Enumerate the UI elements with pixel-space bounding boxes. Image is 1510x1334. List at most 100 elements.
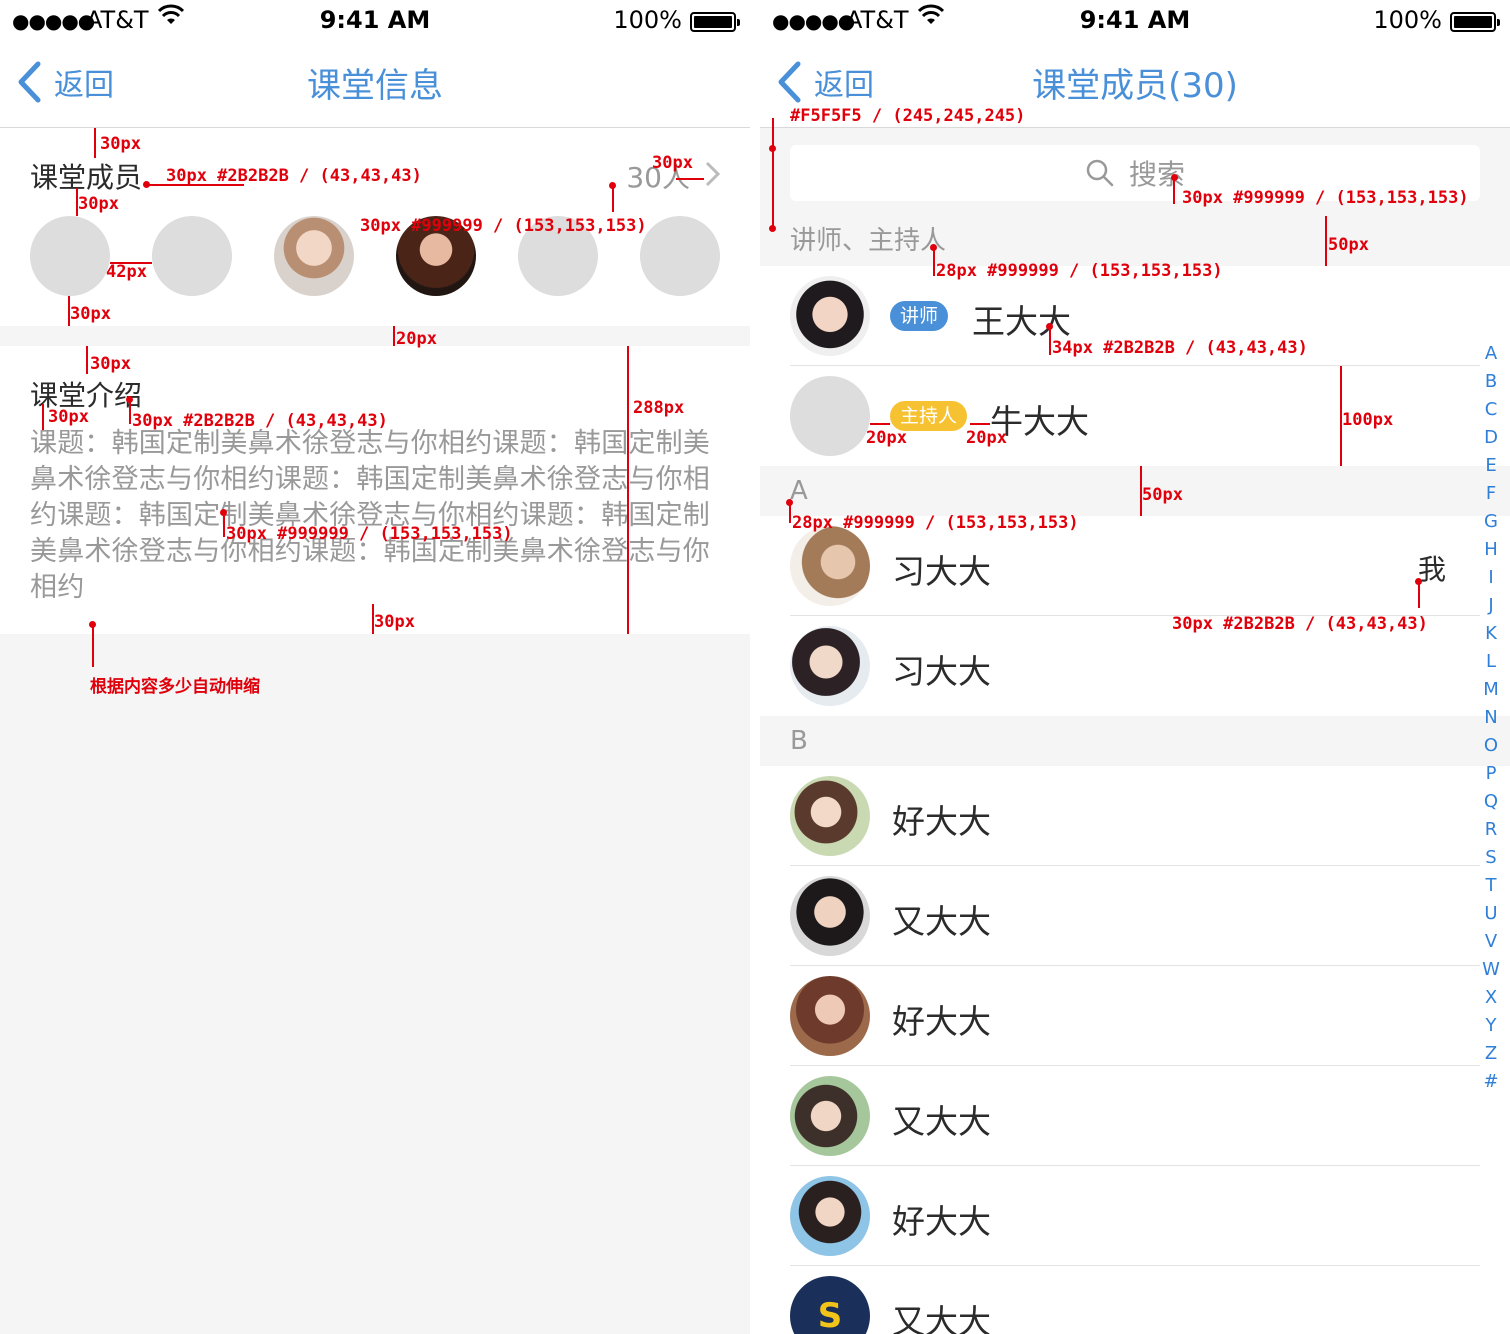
member-name: 又大大 <box>892 902 991 941</box>
list-item[interactable]: 好大大 <box>760 1166 1510 1266</box>
section-header: 讲师、主持人 <box>760 216 1510 266</box>
member-name: 好大大 <box>892 1002 991 1041</box>
annotation: 30px #2B2B2B / (43,43,43) <box>166 166 422 186</box>
index-letter[interactable]: G <box>1480 508 1502 536</box>
annotation: 20px <box>396 329 437 349</box>
annotation: 28px #999999 / (153,153,153) <box>936 261 1223 281</box>
nav-bar: 返回 课堂信息 <box>0 40 750 128</box>
annotation: 28px #999999 / (153,153,153) <box>792 513 1079 533</box>
annotation: 30px <box>78 194 119 214</box>
status-bar: ●●●●● AT&T 9:41 AM 100% <box>0 0 750 40</box>
index-letter[interactable]: J <box>1480 592 1502 620</box>
index-letter[interactable]: W <box>1480 956 1502 984</box>
avatar[interactable] <box>152 216 232 296</box>
avatar <box>790 1076 870 1156</box>
index-letter[interactable]: Z <box>1480 1040 1502 1068</box>
avatar <box>790 526 870 606</box>
annotation: 20px <box>966 428 1007 448</box>
annotation: 30px #999999 / (153,153,153) <box>360 216 647 236</box>
battery-icon <box>690 12 740 32</box>
battery-icon <box>1450 12 1500 32</box>
avatar[interactable] <box>30 216 110 296</box>
index-letter[interactable]: L <box>1480 648 1502 676</box>
list-item[interactable]: 好大大 <box>760 766 1510 866</box>
annotation: 30px <box>90 354 131 374</box>
page-title: 课堂成员(30) <box>1032 66 1238 106</box>
avatar <box>790 626 870 706</box>
list-item[interactable]: 又大大 <box>760 1066 1510 1166</box>
member-name: 王大大 <box>972 302 1071 341</box>
index-letter[interactable]: S <box>1480 844 1502 872</box>
annotation: 30px <box>48 407 89 427</box>
member-name: 好大大 <box>892 802 991 841</box>
index-letter[interactable]: H <box>1480 536 1502 564</box>
index-letter[interactable]: K <box>1480 620 1502 648</box>
avatar <box>790 876 870 956</box>
index-letter[interactable]: M <box>1480 676 1502 704</box>
intro-body: 课题：韩国定制美鼻术徐登志与你相约课题：韩国定制美鼻术徐登志与你相约课题：韩国定… <box>30 428 710 603</box>
member-name: 又大大 <box>892 1102 991 1141</box>
class-members-screen: ●●●●● AT&T 9:41 AM 100% 返回 课堂成员(30) 搜索 讲… <box>760 0 1510 1334</box>
index-letter[interactable]: F <box>1480 480 1502 508</box>
index-letter[interactable]: Y <box>1480 1012 1502 1040</box>
avatar <box>790 376 870 456</box>
annotation: 20px <box>866 428 907 448</box>
annotation: 30px #999999 / (153,153,153) <box>1182 188 1469 208</box>
member-name: 习大大 <box>892 552 991 591</box>
avatar <box>790 1176 870 1256</box>
annotation: 30px <box>652 153 693 173</box>
page-title: 课堂信息 <box>307 66 443 106</box>
status-bar: ●●●●● AT&T 9:41 AM 100% <box>760 0 1510 40</box>
list-item[interactable]: 好大大 <box>760 966 1510 1066</box>
annotation: 42px <box>106 262 147 282</box>
index-letter[interactable]: O <box>1480 732 1502 760</box>
index-letter[interactable]: P <box>1480 760 1502 788</box>
index-letter[interactable]: N <box>1480 704 1502 732</box>
index-letter[interactable]: I <box>1480 564 1502 592</box>
member-name: 习大大 <box>892 652 991 691</box>
index-letter[interactable]: U <box>1480 900 1502 928</box>
members-label: 课堂成员 <box>30 161 143 194</box>
annotation: 30px #2B2B2B / (43,43,43) <box>1172 614 1428 634</box>
index-letter[interactable]: # <box>1480 1068 1502 1096</box>
list-item[interactable]: 主持人 牛大大 <box>760 366 1510 466</box>
host-badge: 主持人 <box>890 401 968 431</box>
index-letter[interactable]: B <box>1480 368 1502 396</box>
avatar <box>790 776 870 856</box>
avatar[interactable] <box>274 216 354 296</box>
annotation: 30px <box>70 304 111 324</box>
member-name: 又大大 <box>892 1302 991 1334</box>
index-letter[interactable]: E <box>1480 452 1502 480</box>
alphabet-index[interactable]: A B C D E F G H I J K L M N O P Q R S T U V W X Y Z # <box>1480 340 1502 1096</box>
annotation: 34px #2B2B2B / (43,43,43) <box>1052 338 1308 358</box>
annotation: 30px <box>100 134 141 154</box>
annotation: 30px <box>374 612 415 632</box>
index-letter[interactable]: Q <box>1480 788 1502 816</box>
index-letter[interactable]: T <box>1480 872 1502 900</box>
annotation: 100px <box>1342 410 1394 430</box>
list-item[interactable]: S 又大大 <box>760 1266 1510 1334</box>
avatar: S <box>790 1276 870 1334</box>
annotation: 288px <box>633 398 685 418</box>
annotation: 30px #2B2B2B / (43,43,43) <box>132 411 388 431</box>
annotation: 30px #999999 / (153,153,153) <box>226 524 513 544</box>
search-placeholder: 搜索 <box>1128 158 1185 191</box>
member-name: 好大大 <box>892 1202 991 1241</box>
chevron-right-icon <box>705 161 721 187</box>
battery-percent: 100% <box>1373 6 1442 34</box>
intro-section: 课堂介绍 课题：韩国定制美鼻术徐登志与你相约课题：韩国定制美鼻术徐登志与你相约课… <box>0 346 750 634</box>
me-label: 我 <box>1417 553 1446 586</box>
class-info-screen: ●●●●● AT&T 9:41 AM 100% 返回 课堂信息 课堂成员 30人… <box>0 0 750 1334</box>
index-letter[interactable]: V <box>1480 928 1502 956</box>
lecturer-badge: 讲师 <box>890 301 949 331</box>
battery-percent: 100% <box>613 6 682 34</box>
index-letter[interactable]: C <box>1480 396 1502 424</box>
index-letter[interactable]: D <box>1480 424 1502 452</box>
index-letter[interactable]: R <box>1480 816 1502 844</box>
avatar[interactable] <box>640 216 720 296</box>
list-item[interactable]: 又大大 <box>760 866 1510 966</box>
search-icon <box>1086 159 1114 187</box>
index-letter[interactable]: A <box>1480 340 1502 368</box>
index-letter[interactable]: X <box>1480 984 1502 1012</box>
section-header: B <box>760 716 1510 766</box>
